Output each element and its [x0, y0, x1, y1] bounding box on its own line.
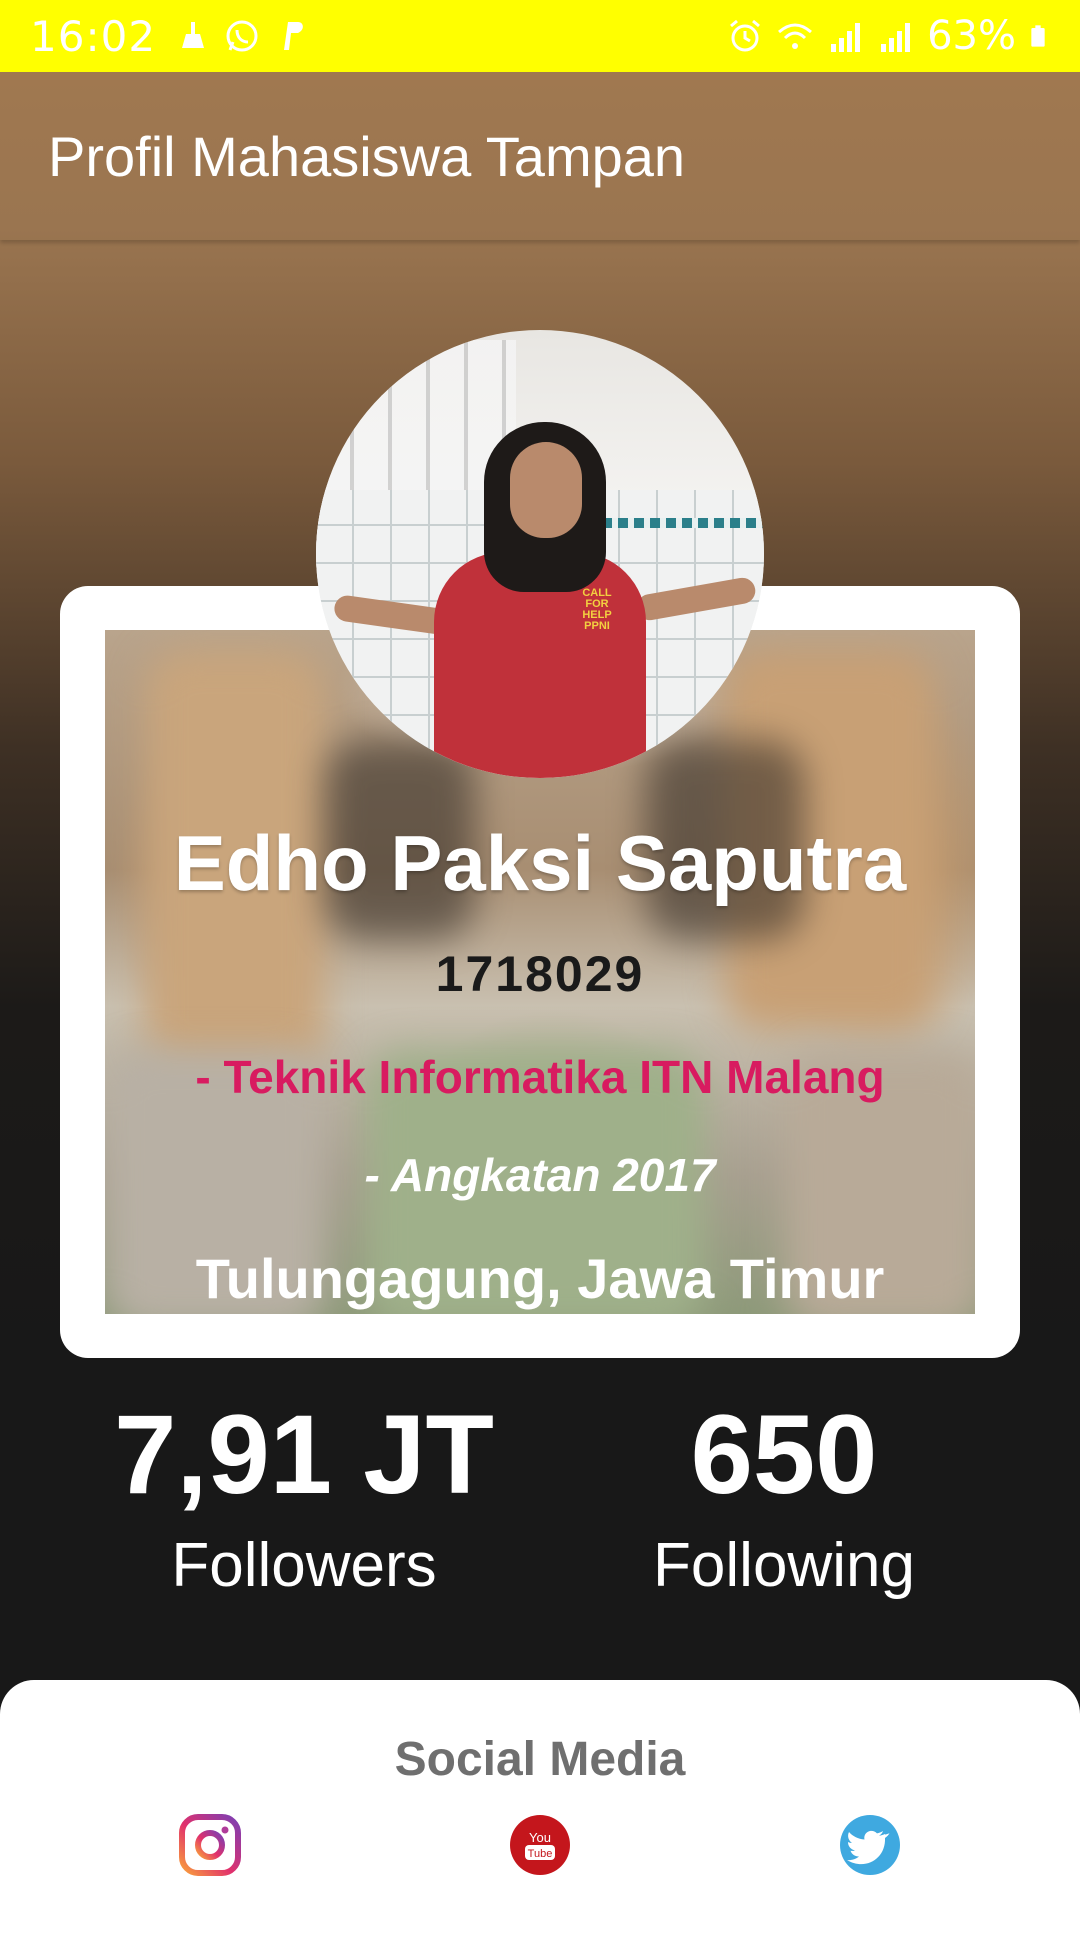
instagram-icon[interactable] — [179, 1814, 241, 1876]
profile-name: Edho Paksi Saputra — [173, 819, 907, 907]
cleaner-icon — [182, 22, 205, 48]
profile-avatar[interactable]: CALL FOR HELP PPNI — [316, 330, 764, 778]
student-id: 1718029 — [435, 946, 645, 1002]
signal-icon — [881, 23, 911, 52]
signal-icon — [831, 23, 861, 52]
wifi-icon — [778, 23, 813, 49]
app-bar-title: Profil Mahasiswa Tampan — [48, 124, 686, 188]
status-bar: 16:02 63% — [0, 0, 1080, 72]
department: - Teknik Informatika ITN Malang — [195, 1051, 885, 1103]
followers-count: 7,91 JT — [114, 1392, 494, 1517]
followers-label: Followers — [171, 1531, 437, 1600]
twitter-icon[interactable] — [839, 1814, 901, 1876]
social-media-panel: Social Media You Tube — [0, 1680, 1080, 1940]
following-stat: 650 Following — [514, 1390, 1054, 1606]
alarm-icon — [730, 19, 761, 52]
svg-text:You: You — [529, 1830, 551, 1845]
cohort-year: - Angkatan 2017 — [364, 1149, 716, 1201]
svg-text:Tube: Tube — [528, 1848, 553, 1860]
social-media-title: Social Media — [394, 1733, 686, 1786]
battery-icon — [1031, 25, 1045, 47]
battery-percent: 63% — [927, 13, 1016, 59]
app-bar: Profil Mahasiswa Tampan — [0, 72, 1080, 240]
following-label: Following — [653, 1531, 915, 1600]
shirt-logo: CALL FOR HELP PPNI — [582, 587, 612, 632]
status-time: 16:02 — [30, 11, 157, 61]
followers-stat: 7,91 JT Followers — [34, 1390, 574, 1606]
paypal-icon — [284, 22, 303, 50]
following-count: 650 — [690, 1392, 878, 1517]
location: Tulungagung, Jawa Timur — [195, 1247, 885, 1310]
whatsapp-icon — [226, 20, 258, 52]
youtube-icon[interactable]: You Tube — [509, 1814, 571, 1876]
